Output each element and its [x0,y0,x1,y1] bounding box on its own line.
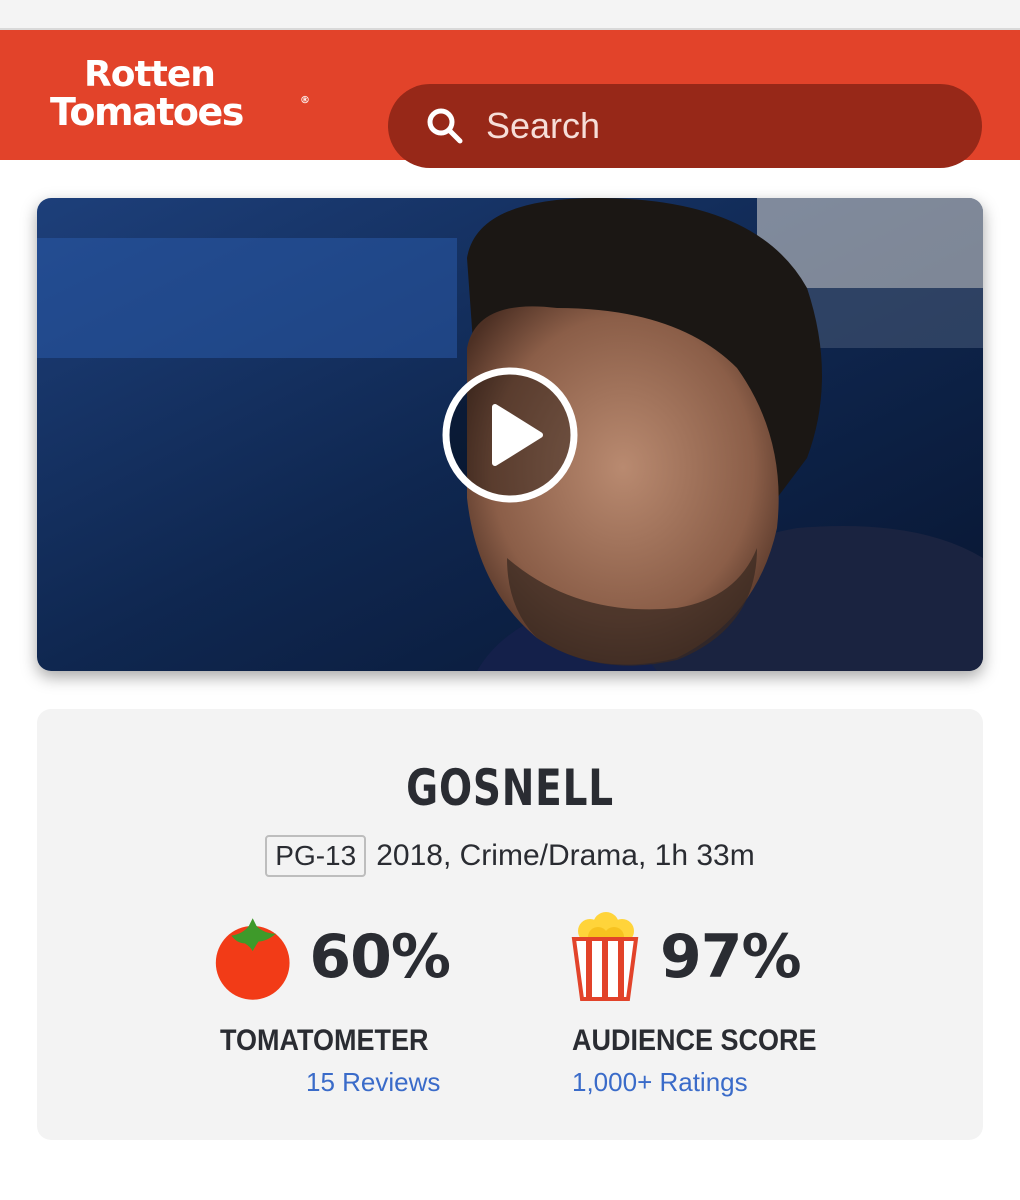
top-strip [0,0,1020,30]
trailer-video[interactable] [37,198,983,671]
logo-line2: Tomatoes [50,90,244,134]
movie-title: GOSNELL [406,759,614,817]
tomatometer-reviews-link[interactable]: 15 Reviews [306,1067,440,1098]
search-placeholder: Search [486,105,601,146]
movie-info-card: GOSNELL PG-13 2018, Crime/Drama, 1h 33m … [37,709,983,1140]
audience-score-label: AUDIENCE SCORE [572,1024,817,1057]
audience-score[interactable]: 97% AUDIENCE SCORE 1,000+ Ratings [570,909,840,1097]
rotten-tomatoes-logo[interactable]: Rotten Tomatoes ® [50,55,310,135]
logo-registered-mark: ® [300,95,310,106]
movie-details: 2018, Crime/Drama, 1h 33m [376,839,755,872]
tomato-icon [215,917,290,1000]
logo-line1: Rotten [84,54,216,95]
site-header: Rotten Tomatoes ® Search [0,30,1020,168]
tomatometer-score[interactable]: 60% TOMATOMETER 15 Reviews [210,909,451,1097]
search-input[interactable]: Search [388,84,982,168]
tomatometer-value: 60% [309,921,451,992]
tomatometer-label: TOMATOMETER [220,1024,429,1057]
play-icon[interactable] [440,365,580,505]
audience-score-value: 97% [660,921,802,992]
mpaa-rating-badge: PG-13 [265,835,367,877]
audience-ratings-link[interactable]: 1,000+ Ratings [572,1067,748,1098]
movie-meta: PG-13 2018, Crime/Drama, 1h 33m [37,835,983,877]
popcorn-icon [571,911,639,1001]
search-icon [426,107,464,145]
